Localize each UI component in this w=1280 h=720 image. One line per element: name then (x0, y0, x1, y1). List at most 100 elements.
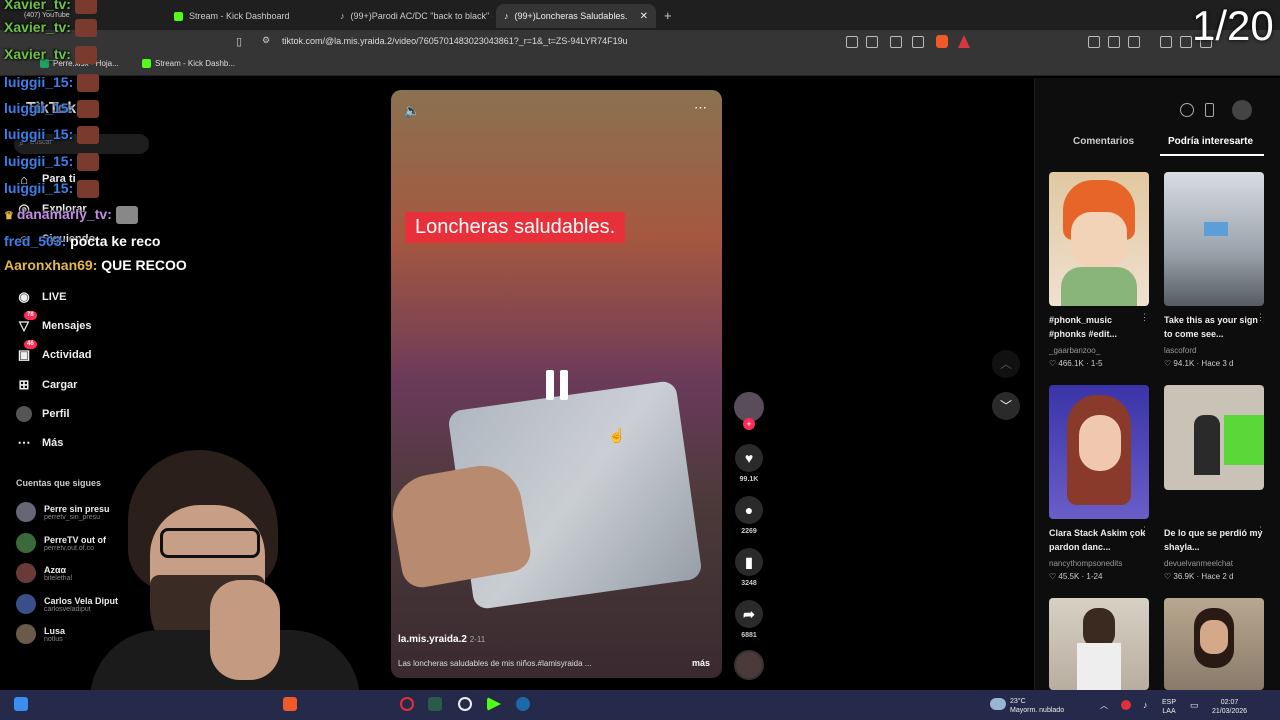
stats-text: 94.1K · Hace 3 d (1173, 359, 1234, 368)
tray-app-icon[interactable] (1121, 700, 1131, 710)
recommended-title[interactable]: Clara Stack Askim çok pardon danc... (1049, 526, 1149, 554)
more-options-icon[interactable]: ⋮ (1256, 312, 1265, 323)
recommended-user[interactable]: lascoford (1164, 346, 1196, 355)
like-button[interactable]: ♥ 99.1K (734, 444, 764, 483)
puzzle-icon[interactable] (1108, 36, 1120, 48)
bookmark-button[interactable]: ▮ 3248 (734, 548, 764, 587)
following-item[interactable]: Lusa notlus (16, 624, 65, 644)
obs-icon[interactable] (458, 697, 472, 711)
share-page-icon[interactable] (912, 36, 924, 48)
tray-chevron-icon[interactable]: ︿ (1100, 700, 1108, 711)
language-indicator[interactable]: ESP LAA (1162, 698, 1176, 716)
sidebar-item-mas[interactable]: ⋯ Más (16, 435, 64, 451)
emote-icon (77, 180, 100, 199)
chat-username: luiggii_15: (4, 180, 74, 196)
recommended-title[interactable]: De lo que se perdió my shayla... (1164, 526, 1264, 554)
recommended-thumbnail[interactable] (1049, 598, 1149, 690)
share-button[interactable]: ➦ 6881 (734, 600, 764, 639)
more-options-icon[interactable]: ⋮ (1140, 312, 1149, 323)
recommended-thumbnail[interactable] (1164, 172, 1264, 306)
new-tab-button[interactable]: + (664, 8, 672, 23)
previous-video-button[interactable]: ︿ (992, 350, 1020, 378)
sidebar-item-label: Actividad (42, 349, 92, 361)
follow-plus-icon[interactable]: + (743, 418, 755, 430)
bookmark-label: Stream - Kick Dashb... (155, 59, 236, 68)
coin-icon[interactable] (1180, 103, 1194, 117)
url-field[interactable]: tiktok.com/@la.mis.yraida.2/video/760570… (282, 36, 628, 46)
tab-podria-interesarte[interactable]: Podría interesarte (1168, 136, 1253, 147)
sidebar-item-cargar[interactable]: ⊞ Cargar (16, 377, 78, 393)
recommended-thumbnail[interactable] (1164, 385, 1264, 490)
tab-comentarios[interactable]: Comentarios (1073, 136, 1134, 147)
sidebar-toggle-icon[interactable] (1180, 36, 1192, 48)
more-options-icon[interactable]: ⋯ (694, 100, 708, 116)
device-icon[interactable] (1205, 103, 1214, 117)
user-avatar[interactable] (1232, 100, 1252, 120)
recommended-title[interactable]: #phonk_music #phonks #edit... (1049, 313, 1149, 341)
next-video-button[interactable]: ﹀ (992, 392, 1020, 420)
recommended-user[interactable]: _gaarbanzoo_ (1049, 346, 1100, 355)
page-counter: 1/20 (1192, 2, 1274, 49)
media-icon[interactable] (1160, 36, 1172, 48)
chat-message: QUE RECOO (101, 257, 187, 273)
recommended-user[interactable]: devuelvanmeelchat (1164, 559, 1233, 568)
following-item[interactable]: PerreTV out of perretv.out.of.co (16, 533, 106, 553)
tab-tiktok-parodi[interactable]: ♪ (99+)Parodi AC/DC "back to black" # (332, 4, 492, 28)
recommended-thumbnail[interactable] (1049, 172, 1149, 306)
microphone-icon[interactable]: ♪ (1143, 700, 1148, 710)
clock[interactable]: 02:07 21/03/2026 (1212, 698, 1247, 716)
more-options-icon[interactable]: ⋮ (1256, 525, 1265, 536)
reader-icon[interactable] (846, 36, 858, 48)
tab-tiktok-loncheras[interactable]: ♪ (99+)Loncheras Saludables. ✕ (496, 4, 656, 28)
emote-icon (74, 0, 97, 15)
recommended-user[interactable]: nancythompsonedits (1049, 559, 1122, 568)
translate-icon[interactable] (866, 36, 878, 48)
bookmark-kick-dashboard[interactable]: Stream - Kick Dashb... (142, 59, 235, 68)
steam-icon[interactable] (516, 697, 530, 711)
notification-badge: 46 (24, 340, 37, 349)
streamer-hand (210, 580, 280, 680)
brave-shield-icon[interactable] (936, 35, 948, 48)
sidebar-item-mensajes[interactable]: ▽ 78 Mensajes (16, 311, 92, 334)
browser-tab-bar: Stream - Kick Dashboard ♪ (99+)Parodi AC… (0, 0, 1280, 30)
sidebar-item-perfil[interactable]: Perfil (16, 406, 70, 422)
site-info-icon[interactable]: ⚙ (262, 35, 270, 46)
chat-line: Xavier_tv: (4, 46, 97, 65)
bookmark-star-icon[interactable]: ▯ (236, 35, 242, 48)
following-item[interactable]: Azαα bitelethal (16, 563, 72, 583)
tab-kick-dashboard[interactable]: Stream - Kick Dashboard (166, 4, 326, 28)
windows-start-icon[interactable] (14, 697, 28, 711)
notification-badge: 78 (24, 311, 37, 320)
screenshot-icon[interactable] (890, 36, 902, 48)
network-icon[interactable]: ▭ (1190, 700, 1199, 711)
weather-temp: 23°C (1010, 698, 1026, 705)
opera-icon[interactable] (400, 697, 414, 711)
recommended-title[interactable]: Take this as your sign to come see... (1164, 313, 1264, 341)
wallet-icon[interactable] (1128, 36, 1140, 48)
app-icon[interactable] (428, 697, 442, 711)
video-author[interactable]: la.mis.yraida.2 2-11 (398, 634, 485, 645)
active-tab-indicator (1160, 154, 1264, 156)
brave-browser-icon[interactable] (283, 697, 297, 711)
more-options-icon[interactable]: ⋮ (1140, 525, 1149, 536)
weather-widget[interactable]: 23°C Mayorm. nublado (1010, 697, 1064, 715)
recommended-thumbnail[interactable] (1164, 598, 1264, 690)
windows-taskbar (0, 690, 1280, 720)
more-icon: ⋯ (17, 435, 31, 450)
recommended-thumbnail[interactable] (1049, 385, 1149, 519)
close-tab-icon[interactable]: ✕ (640, 11, 648, 22)
bookmarks-bar: Perre.xlsx - Hoja... Stream - Kick Dashb… (0, 54, 1280, 76)
music-disc-icon[interactable] (734, 650, 764, 680)
following-item[interactable]: Perre sin presu perretv_sin_presu (16, 502, 110, 522)
author-name: la.mis.yraida.2 (398, 634, 467, 645)
extension-icon[interactable] (1088, 36, 1100, 48)
pause-icon[interactable] (543, 370, 571, 400)
tiktok-icon: ♪ (340, 11, 345, 21)
following-item[interactable]: Carlos Vela Diput carlosveladiput (16, 594, 118, 614)
volume-icon[interactable]: 🔈 (404, 103, 420, 119)
comment-button[interactable]: ● 2269 (734, 496, 764, 535)
avatar (16, 624, 36, 644)
sidebar-item-actividad[interactable]: ▣ 46 Actividad (16, 340, 92, 363)
caption-more-link[interactable]: más (692, 658, 710, 668)
sidebar-item-live[interactable]: ◉ LIVE (16, 289, 66, 305)
